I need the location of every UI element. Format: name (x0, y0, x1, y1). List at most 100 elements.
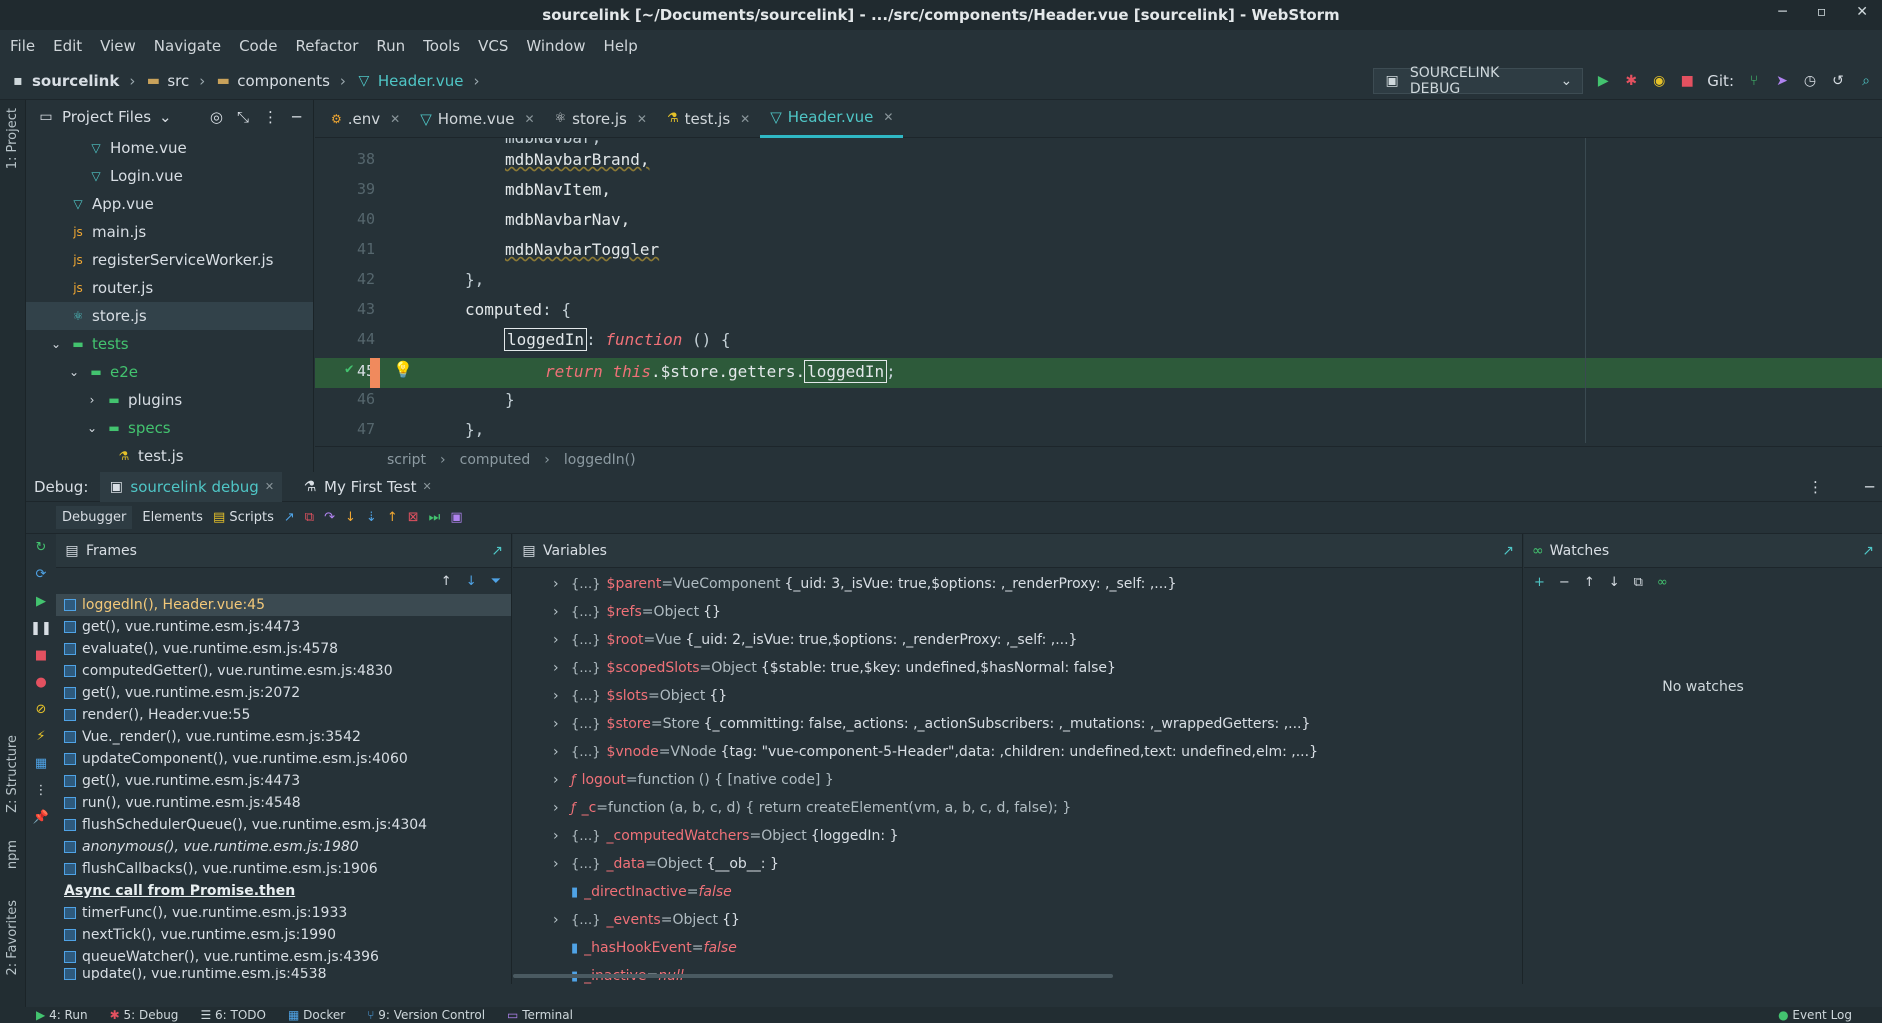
variable-row[interactable]: ▮_inactive = null (513, 962, 1522, 984)
frame-row[interactable]: get(), vue.runtime.esm.js:2072 (56, 682, 511, 704)
tree-item[interactable]: js registerServiceWorker.js (26, 246, 313, 274)
filter-icon[interactable]: ⏷ (491, 574, 501, 589)
close-tab-icon[interactable]: ✕ (637, 112, 647, 126)
variable-row[interactable]: › {…} $parent = VueComponent {_uid: 3,_isVu… (513, 570, 1522, 598)
frame-row[interactable]: update(), vue.runtime.esm.js:4538 (56, 968, 511, 980)
close-icon[interactable]: ✕ (1856, 4, 1868, 20)
frame-row[interactable]: flushSchedulerQueue(), vue.runtime.esm.j… (56, 814, 511, 836)
favorites-tool-tab[interactable]: 2: Favorites (5, 900, 20, 976)
tree-item[interactable]: ⚗ test.js (26, 442, 313, 470)
chevron-right-icon[interactable]: › (553, 856, 565, 872)
variable-row[interactable]: › {…} $refs = Object{} (513, 598, 1522, 626)
rerun-icon[interactable]: ↻ (36, 540, 47, 555)
restore-layout-icon[interactable]: ↗ (284, 510, 295, 525)
up-icon[interactable]: ↑ (441, 574, 452, 589)
close-tab-icon[interactable]: ✕ (740, 112, 750, 126)
menu-vcs[interactable]: VCS (478, 37, 508, 55)
menu-code[interactable]: Code (239, 37, 277, 55)
settings-icon[interactable]: ⚡ (36, 729, 45, 744)
tree-item-selected[interactable]: ⚛ store.js (26, 302, 313, 330)
run-tool-button[interactable]: ▶ 4: Run (36, 1008, 88, 1022)
variable-row[interactable]: › {…} $scopedSlots = Object {$stable: true,… (513, 654, 1522, 682)
breadcrumb-file[interactable]: ▽ Header.vue › (356, 72, 480, 90)
todo-tool-button[interactable]: ☰ 6: TODO (200, 1008, 266, 1022)
chevron-right-icon[interactable]: › (553, 800, 565, 816)
reload-icon[interactable]: ⟳ (36, 567, 47, 582)
down-icon[interactable]: ↓ (1609, 575, 1620, 590)
menu-help[interactable]: Help (604, 37, 638, 55)
chevron-right-icon[interactable]: › (553, 632, 565, 648)
remove-icon[interactable]: − (1559, 575, 1570, 590)
hide-icon[interactable]: ─ (1865, 478, 1874, 496)
tree-item[interactable]: js router.js (26, 274, 313, 302)
step-out-icon[interactable]: ↑ (387, 510, 398, 525)
coverage-icon[interactable]: ◉ (1651, 73, 1667, 89)
npm-tool-tab[interactable]: npm (5, 840, 20, 869)
tree-item[interactable]: js main.js (26, 218, 313, 246)
chevron-right-icon[interactable]: › (553, 828, 565, 844)
menu-tools[interactable]: Tools (423, 37, 460, 55)
frame-row[interactable]: loggedIn(), Header.vue:45 (56, 594, 511, 616)
variable-row[interactable]: › {…} $slots = Object{} (513, 682, 1522, 710)
expand-icon[interactable]: ↗ (1502, 543, 1514, 559)
tab-test-js[interactable]: ⚗ test.js ✕ (657, 100, 760, 138)
mute-breakpoints-icon[interactable]: ⊘ (36, 702, 47, 717)
code-editor[interactable]: 38 39 40 41 42 43 44 45 46 47 ✔ 💡 mdbNav… (315, 138, 1882, 443)
chevron-right-icon[interactable]: › (553, 688, 565, 704)
frame-row[interactable]: nextTick(), vue.runtime.esm.js:1990 (56, 924, 511, 946)
chevron-right-icon[interactable]: › (553, 604, 565, 620)
frame-row[interactable]: computedGetter(), vue.runtime.esm.js:483… (56, 660, 511, 682)
add-icon[interactable]: + (1534, 575, 1545, 590)
tab-store-js[interactable]: ⚛ store.js ✕ (545, 100, 657, 138)
step-over-icon[interactable]: ↷ (324, 510, 335, 525)
breadcrumb-computed[interactable]: computed (460, 452, 531, 468)
frame-row[interactable]: timerFunc(), vue.runtime.esm.js:1933 (56, 902, 511, 924)
tab-scripts[interactable]: ▤ Scripts (213, 510, 274, 525)
breadcrumb-loggedin[interactable]: loggedIn() (564, 452, 636, 468)
expand-icon[interactable]: ↗ (1862, 543, 1874, 559)
breadcrumb-src[interactable]: ▬ src › (145, 72, 206, 90)
menu-run[interactable]: Run (376, 37, 405, 55)
event-log-button[interactable]: ● Event Log (1778, 1008, 1852, 1022)
hide-icon[interactable]: ─ (292, 108, 301, 126)
variable-row[interactable]: › {…} $root = Vue {_uid: 2,_isVue: true,$op… (513, 626, 1522, 654)
vcs-tool-button[interactable]: ⑂ 9: Version Control (367, 1008, 485, 1022)
tree-item[interactable]: ▽ Login.vue (26, 162, 313, 190)
search-icon[interactable]: ⌕ (1858, 73, 1874, 89)
stop-icon[interactable]: ■ (1679, 73, 1695, 89)
stop-icon[interactable]: ■ (35, 648, 47, 663)
rollback-icon[interactable]: ↺ (1830, 73, 1846, 89)
close-tab-icon[interactable]: ✕ (265, 480, 274, 493)
evaluate-icon[interactable]: ▣ (450, 510, 462, 525)
breadcrumb-components[interactable]: ▬ components › (215, 72, 346, 90)
frame-row[interactable]: Vue._render(), vue.runtime.esm.js:3542 (56, 726, 511, 748)
copy-icon[interactable]: ⧉ (1634, 575, 1643, 590)
frame-row[interactable]: anonymous(), vue.runtime.esm.js:1980 (56, 836, 511, 858)
breadcrumb-script[interactable]: script (387, 452, 426, 468)
breakpoint-check-icon[interactable]: ✔ (345, 361, 353, 377)
frame-row[interactable]: render(), Header.vue:55 (56, 704, 511, 726)
menu-window[interactable]: Window (526, 37, 585, 55)
debug-icon[interactable]: ✱ (1623, 73, 1639, 89)
breadcrumb-project[interactable]: ▪ sourcelink › (10, 72, 135, 90)
frame-row[interactable]: get(), vue.runtime.esm.js:4473 (56, 616, 511, 638)
tab-header-vue[interactable]: ▽ Header.vue ✕ (760, 100, 904, 138)
resume-icon[interactable]: ▶ (36, 594, 46, 609)
menu-edit[interactable]: Edit (53, 37, 82, 55)
close-tab-icon[interactable]: ✕ (883, 110, 893, 124)
more-icon[interactable]: ⋮ (1808, 478, 1823, 496)
debug-session-tab[interactable]: ▣ sourcelink debug ✕ (100, 471, 283, 502)
pin-icon[interactable]: 📌 (33, 810, 49, 825)
frame-row[interactable]: flushCallbacks(), vue.runtime.esm.js:190… (56, 858, 511, 880)
frame-row[interactable]: queueWatcher(), vue.runtime.esm.js:4396 (56, 946, 511, 968)
chevron-right-icon[interactable]: › (553, 912, 565, 928)
up-icon[interactable]: ↑ (1584, 575, 1595, 590)
chevron-right-icon[interactable]: › (553, 744, 565, 760)
more-icon[interactable]: ⋮ (263, 108, 278, 126)
docker-tool-button[interactable]: ▦ Docker (288, 1008, 345, 1022)
chevron-right-icon[interactable]: › (553, 716, 565, 732)
variable-row[interactable]: › ƒ _c = function (a, b, c, d) { return cre… (513, 794, 1522, 822)
variable-row[interactable]: › ƒ logout = function() { [native code] } (513, 766, 1522, 794)
frame-row[interactable]: updateComponent(), vue.runtime.esm.js:40… (56, 748, 511, 770)
chevron-right-icon[interactable]: › (553, 576, 565, 592)
